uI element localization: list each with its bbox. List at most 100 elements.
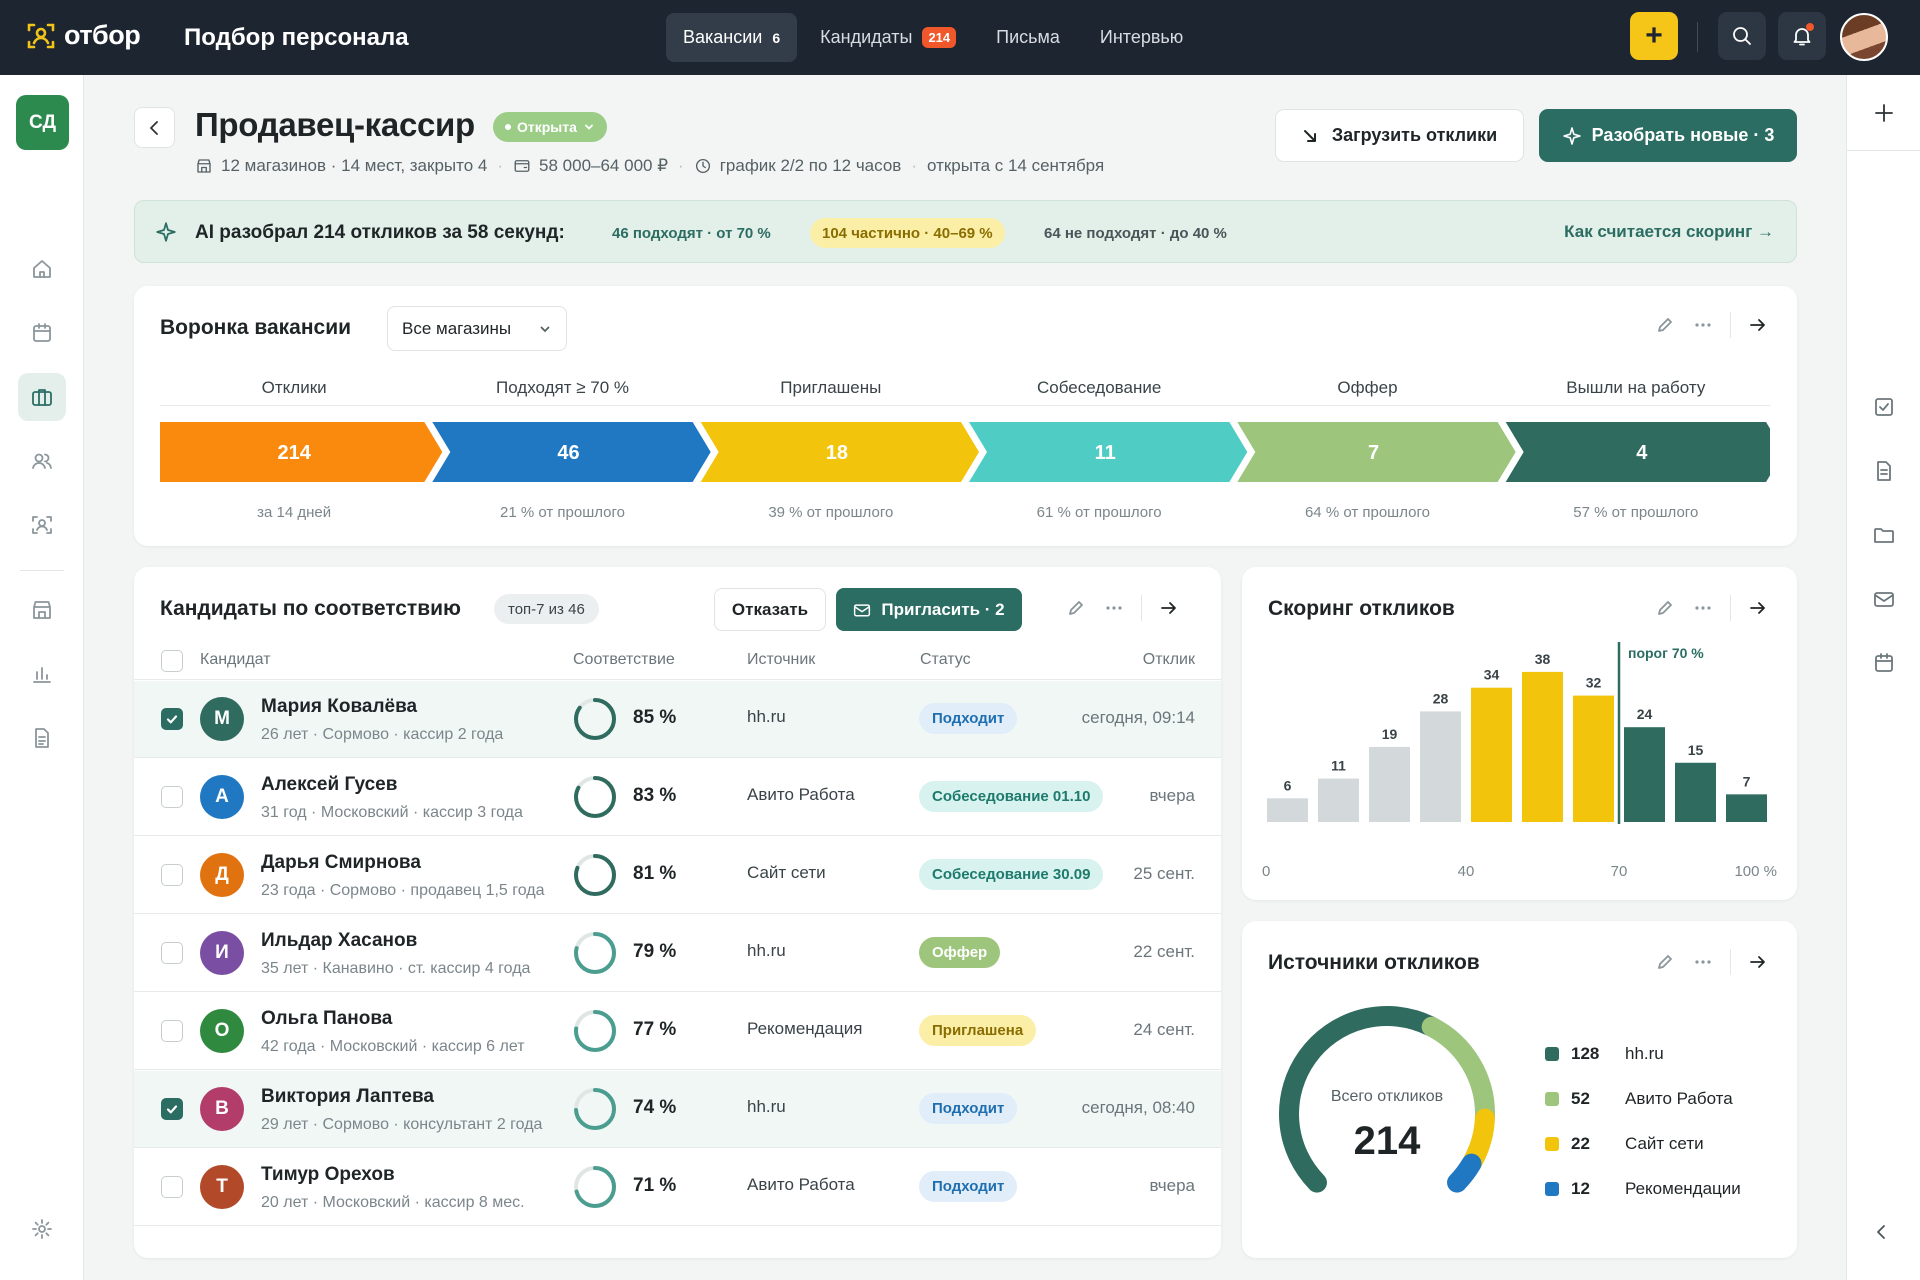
- pencil-icon: [1658, 955, 1672, 969]
- nav-candidates[interactable]: Кандидаты 214: [803, 13, 973, 62]
- collapse-panel-button[interactable]: [1872, 1222, 1892, 1242]
- document-icon: [1877, 461, 1891, 481]
- table-row[interactable]: А Алексей Гусев 31 год · Московский · касс…: [134, 759, 1221, 836]
- more-button[interactable]: [1684, 310, 1722, 340]
- user-avatar[interactable]: [1840, 13, 1888, 61]
- score-bar[interactable]: [1522, 671, 1563, 822]
- donut-slice[interactable]: [1447, 1153, 1482, 1193]
- funnel-chart: 214 46 18 11 7 4: [160, 422, 1770, 482]
- more-icon: [1106, 606, 1122, 610]
- app-logo[interactable]: отбор: [26, 20, 141, 51]
- score-bar[interactable]: [1267, 798, 1308, 822]
- status-badge[interactable]: Собеседование 30.09: [919, 859, 1104, 890]
- row-checkbox[interactable]: [161, 942, 183, 964]
- sidebar-item-calendar[interactable]: [18, 309, 66, 357]
- select-all-checkbox[interactable]: [161, 650, 183, 672]
- right-item-calendar[interactable]: [1864, 643, 1904, 683]
- score-bar[interactable]: [1573, 695, 1614, 822]
- sidebar-item-people[interactable]: [18, 437, 66, 485]
- status-badge[interactable]: Подходит: [919, 1171, 1018, 1202]
- candidate-name[interactable]: Дарья Смирнова: [261, 852, 421, 874]
- sidebar-item-analytics[interactable]: [18, 650, 66, 698]
- ai-fit-chip[interactable]: 46 подходят · от 70 %: [600, 218, 783, 248]
- search-button[interactable]: [1718, 12, 1766, 60]
- status-badge[interactable]: Подходит: [919, 1093, 1018, 1124]
- edit-button[interactable]: [1646, 310, 1684, 340]
- right-item-mail[interactable]: [1864, 579, 1904, 619]
- edit-button[interactable]: [1646, 947, 1684, 977]
- more-button[interactable]: [1684, 593, 1722, 623]
- nav-letters[interactable]: Письма: [979, 13, 1077, 62]
- table-row[interactable]: О Ольга Панова 42 года · Московский · касс…: [134, 993, 1221, 1070]
- reject-button[interactable]: Отказать: [714, 588, 826, 631]
- notifications-button[interactable]: [1778, 12, 1826, 60]
- row-checkbox[interactable]: [161, 1176, 183, 1198]
- sidebar-item-stores[interactable]: [18, 586, 66, 634]
- row-checkbox[interactable]: [161, 864, 183, 886]
- more-button[interactable]: [1684, 947, 1722, 977]
- candidate-name[interactable]: Ольга Панова: [261, 1008, 392, 1030]
- table-row[interactable]: И Ильдар Хасанов 35 лет · Канавино · ст. к…: [134, 915, 1221, 992]
- candidate-name[interactable]: Мария Ковалёва: [261, 696, 417, 718]
- sidebar-item-documents[interactable]: [18, 714, 66, 762]
- legend-item[interactable]: 22 Сайт сети: [1545, 1121, 1741, 1166]
- legend-swatch: [1545, 1091, 1559, 1106]
- right-add-button[interactable]: [1847, 75, 1920, 151]
- open-button[interactable]: [1150, 593, 1188, 623]
- sidebar-item-home[interactable]: [18, 245, 66, 293]
- row-checkbox[interactable]: [161, 1098, 183, 1120]
- pencil-icon: [1658, 601, 1672, 615]
- right-item-tasks[interactable]: [1864, 387, 1904, 427]
- scoring-help-link[interactable]: Как считается скоринг →: [1564, 222, 1774, 242]
- open-button[interactable]: [1739, 593, 1777, 623]
- ai-nofit-chip[interactable]: 64 не подходят · до 40 %: [1032, 218, 1239, 248]
- edit-button[interactable]: [1057, 593, 1095, 623]
- row-checkbox[interactable]: [161, 786, 183, 808]
- sidebar-item-vacancies[interactable]: [18, 373, 66, 421]
- status-dropdown[interactable]: Открыта: [493, 112, 607, 142]
- more-button[interactable]: [1095, 593, 1133, 623]
- open-button[interactable]: [1739, 310, 1777, 340]
- status-badge[interactable]: Приглашена: [919, 1015, 1037, 1046]
- status-badge[interactable]: Оффер: [919, 937, 1001, 968]
- parse-new-button[interactable]: Разобрать новые · 3: [1539, 109, 1797, 162]
- score-bar[interactable]: [1726, 794, 1767, 822]
- row-checkbox[interactable]: [161, 708, 183, 730]
- legend-item[interactable]: 52 Авито Работа: [1545, 1076, 1741, 1121]
- right-item-files[interactable]: [1864, 515, 1904, 555]
- table-row[interactable]: М Мария Ковалёва 26 лет · Сормово · кассир…: [134, 681, 1221, 758]
- sidebar-item-candidates[interactable]: [18, 501, 66, 549]
- open-button[interactable]: [1739, 947, 1777, 977]
- table-header: Кандидат Соответствие Источник Статус От…: [134, 642, 1221, 680]
- upload-responses-button[interactable]: Загрузить отклики: [1275, 109, 1524, 162]
- nav-vacancies[interactable]: Вакансии 6: [666, 13, 798, 62]
- score-bar[interactable]: [1675, 762, 1716, 822]
- invite-button[interactable]: Пригласить · 2: [836, 588, 1022, 631]
- legend-item[interactable]: 12 Рекомендации: [1545, 1166, 1741, 1211]
- status-badge[interactable]: Подходит: [919, 703, 1018, 734]
- candidate-name[interactable]: Ильдар Хасанов: [261, 930, 417, 952]
- score-bar[interactable]: [1318, 778, 1359, 822]
- table-row[interactable]: Д Дарья Смирнова 23 года · Сормово · прода…: [134, 837, 1221, 914]
- add-button[interactable]: +: [1630, 12, 1678, 60]
- candidate-name[interactable]: Алексей Гусев: [261, 774, 397, 796]
- ai-partial-chip[interactable]: 104 частично · 40–69 %: [810, 218, 1005, 248]
- right-item-notes[interactable]: [1864, 451, 1904, 491]
- candidate-name[interactable]: Тимур Орехов: [261, 1164, 395, 1186]
- table-row[interactable]: В Виктория Лаптева 29 лет · Сормово · конс…: [134, 1071, 1221, 1148]
- nav-interviews[interactable]: Интервью: [1083, 13, 1200, 62]
- back-button[interactable]: [134, 107, 175, 148]
- score-bar[interactable]: [1420, 711, 1461, 822]
- edit-button[interactable]: [1646, 593, 1684, 623]
- score-bar[interactable]: [1369, 746, 1410, 822]
- status-badge[interactable]: Собеседование 01.10: [919, 781, 1104, 812]
- score-bar[interactable]: [1471, 687, 1512, 822]
- legend-item[interactable]: 128 hh.ru: [1545, 1031, 1741, 1076]
- row-checkbox[interactable]: [161, 1020, 183, 1042]
- store-filter-select[interactable]: Все магазины: [387, 306, 567, 351]
- org-badge[interactable]: СД: [16, 95, 69, 150]
- score-bar[interactable]: [1624, 727, 1665, 822]
- sidebar-item-settings[interactable]: [18, 1205, 66, 1253]
- table-row[interactable]: Т Тимур Орехов 20 лет · Московский · касси…: [134, 1149, 1221, 1226]
- candidate-name[interactable]: Виктория Лаптева: [261, 1086, 434, 1108]
